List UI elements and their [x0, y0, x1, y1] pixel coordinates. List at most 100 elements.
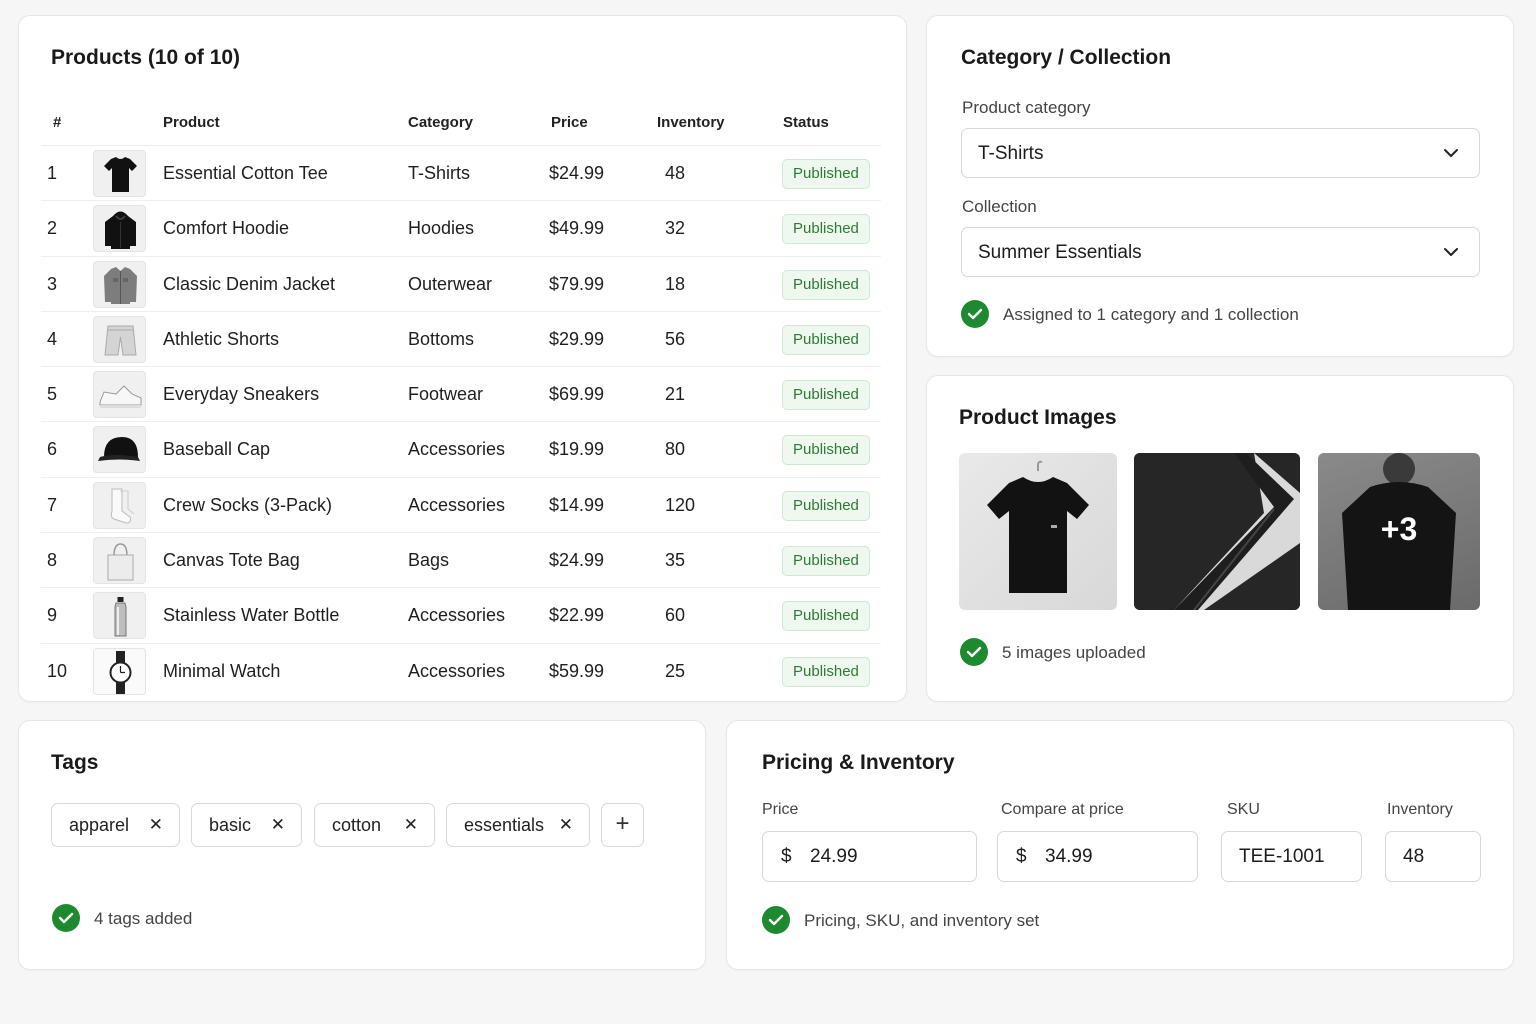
hoodie-icon	[93, 205, 146, 253]
check-circle-icon	[762, 906, 790, 934]
product-inventory: 80	[665, 439, 686, 460]
products-table-header: # Product Category Price Inventory Statu…	[41, 100, 881, 146]
table-row[interactable]: 3 Classic Denim Jacket Outerwear $79.99 …	[41, 257, 881, 312]
product-category: Accessories	[408, 494, 506, 515]
row-number: 3	[47, 273, 58, 294]
product-price: $59.99	[549, 660, 605, 681]
cap-icon	[93, 426, 146, 474]
product-category: Outerwear	[408, 273, 493, 294]
table-row[interactable]: 10 Minimal Watch Accessories $59.99 25 P…	[41, 644, 881, 699]
product-name[interactable]: Comfort Hoodie	[163, 201, 289, 256]
table-row[interactable]: 5 Everyday Sneakers Footwear $69.99 21 P…	[41, 367, 881, 423]
product-inventory: 18	[665, 273, 686, 294]
product-category-value: T-Shirts	[978, 143, 1044, 164]
collection-value: Summer Essentials	[978, 242, 1142, 263]
check-circle-icon	[961, 300, 989, 328]
price-currency: $	[781, 846, 792, 867]
product-inventory: 21	[665, 384, 686, 405]
product-name[interactable]: Everyday Sneakers	[163, 367, 319, 422]
product-category: Bags	[408, 550, 450, 571]
product-inventory: 120	[665, 494, 696, 515]
inventory-input[interactable]: 48	[1385, 831, 1481, 882]
product-inventory: 32	[665, 218, 686, 239]
collection-select[interactable]: Summer Essentials	[961, 227, 1480, 277]
row-number: 5	[47, 384, 58, 405]
row-number: 1	[47, 163, 58, 183]
product-price: $22.99	[549, 605, 605, 626]
category-status-text: Assigned to 1 category and 1 collection	[1003, 305, 1299, 324]
tag-chip: cotton ✕	[314, 803, 435, 847]
close-icon[interactable]: ✕	[559, 804, 573, 846]
tag-chip: apparel ✕	[51, 803, 180, 847]
table-row[interactable]: 6 Baseball Cap Accessories $19.99 80 Pub…	[41, 422, 881, 478]
products-table-body: 1 Essential Cotton Tee T-Shirts $24.99 4…	[41, 146, 881, 699]
product-category: Bottoms	[408, 328, 475, 349]
table-row[interactable]: 4 Athletic Shorts Bottoms $29.99 56 Publ…	[41, 312, 881, 368]
product-price: $24.99	[549, 163, 605, 183]
tote-bag-icon	[93, 537, 146, 585]
table-row[interactable]: 2 Comfort Hoodie Hoodies $49.99 32 Publi…	[41, 201, 881, 257]
status-badge: Published	[782, 380, 870, 411]
chevron-down-icon	[1444, 248, 1458, 256]
watch-icon	[93, 647, 146, 695]
product-image-more[interactable]: +3	[1318, 453, 1480, 610]
product-category-select[interactable]: T-Shirts	[961, 128, 1480, 178]
product-inventory: 35	[665, 550, 686, 571]
product-name[interactable]: Minimal Watch	[163, 644, 280, 699]
product-price: $24.99	[549, 550, 605, 571]
col-inventory[interactable]: Inventory	[657, 100, 725, 146]
row-number: 4	[47, 328, 58, 349]
pricing-card-title: Pricing & Inventory	[762, 751, 955, 774]
product-price: $79.99	[549, 273, 605, 294]
close-icon[interactable]: ✕	[271, 804, 285, 846]
col-product[interactable]: Product	[163, 100, 220, 146]
tags-card: Tags apparel ✕ basic ✕ cotton ✕ essentia…	[18, 720, 706, 970]
product-image-thumbnail[interactable]	[959, 453, 1117, 610]
product-price: $49.99	[549, 218, 605, 239]
sku-label: SKU	[1227, 801, 1260, 818]
table-row[interactable]: 9 Stainless Water Bottle Accessories $22…	[41, 588, 881, 644]
tag-label: basic	[209, 815, 252, 835]
product-category: Footwear	[408, 384, 484, 405]
price-value: 24.99	[810, 846, 858, 867]
inventory-label: Inventory	[1387, 801, 1453, 818]
products-card: Products (10 of 10) # Product Category P…	[18, 15, 907, 702]
col-status[interactable]: Status	[783, 100, 829, 146]
price-label: Price	[762, 801, 799, 818]
close-icon[interactable]: ✕	[149, 804, 163, 846]
add-tag-button[interactable]: +	[601, 803, 644, 847]
status-badge: Published	[782, 656, 870, 687]
status-badge: Published	[782, 435, 870, 466]
row-number: 9	[47, 605, 58, 626]
col-price[interactable]: Price	[551, 100, 588, 146]
product-price: $19.99	[549, 439, 605, 460]
tags-card-title: Tags	[51, 751, 99, 774]
product-name[interactable]: Crew Socks (3-Pack)	[163, 478, 332, 533]
table-row[interactable]: 1 Essential Cotton Tee T-Shirts $24.99 4…	[41, 146, 881, 202]
product-category: Accessories	[408, 660, 506, 681]
product-image-thumbnail[interactable]	[1134, 453, 1300, 610]
product-name[interactable]: Athletic Shorts	[163, 312, 279, 367]
table-row[interactable]: 8 Canvas Tote Bag Bags $24.99 35 Publish…	[41, 533, 881, 589]
row-number: 10	[47, 660, 68, 681]
bottle-icon	[93, 592, 146, 640]
chevron-down-icon	[1444, 149, 1458, 157]
product-name[interactable]: Stainless Water Bottle	[163, 588, 339, 643]
close-icon[interactable]: ✕	[404, 804, 418, 846]
product-category: Hoodies	[408, 218, 475, 239]
pricing-status-text: Pricing, SKU, and inventory set	[804, 911, 1040, 930]
table-row[interactable]: 7 Crew Socks (3-Pack) Accessories $14.99…	[41, 478, 881, 534]
status-badge: Published	[782, 324, 870, 355]
compare-price-input[interactable]: $ 34.99	[997, 831, 1198, 882]
more-images-count: +3	[1380, 511, 1418, 547]
sku-input[interactable]: TEE-1001	[1221, 831, 1362, 882]
product-price: $69.99	[549, 384, 605, 405]
col-category[interactable]: Category	[408, 100, 473, 146]
product-name[interactable]: Canvas Tote Bag	[163, 533, 300, 588]
product-name[interactable]: Classic Denim Jacket	[163, 257, 335, 312]
product-name[interactable]: Essential Cotton Tee	[163, 146, 328, 201]
price-input[interactable]: $ 24.99	[762, 831, 977, 882]
product-name[interactable]: Baseball Cap	[163, 422, 270, 477]
inventory-value: 48	[1403, 846, 1425, 867]
product-price: $29.99	[549, 328, 605, 349]
